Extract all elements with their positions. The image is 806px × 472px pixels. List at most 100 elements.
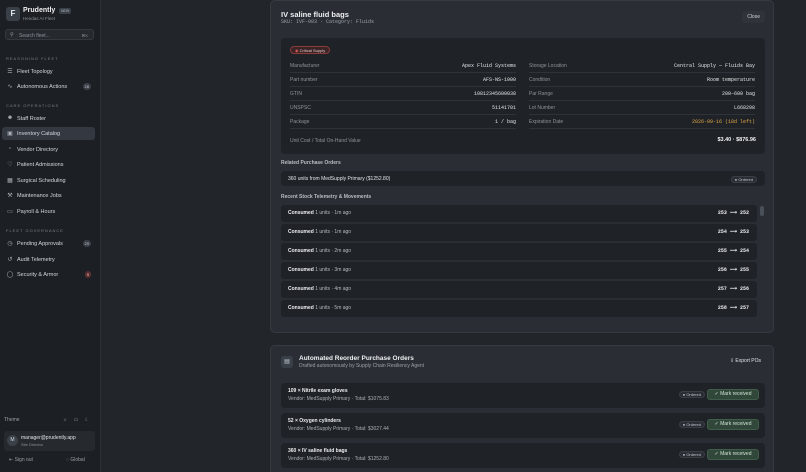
modal-subtitle: SKU: IVF-003 · Category: Fluids	[281, 19, 375, 25]
related-po-row[interactable]: 360 units from MedSupply Primary ($1252.…	[281, 171, 765, 186]
status-badge: ● Ordered	[678, 451, 705, 458]
search-shortcut: ⌘K	[81, 32, 88, 38]
telemetry-action: Consumed	[288, 229, 314, 235]
status-badge: ● Ordered	[678, 421, 705, 428]
telemetry-change: 256 ⟶ 255	[717, 267, 749, 273]
sidebar-item-label: Security & Armor	[17, 271, 59, 278]
count-badge: 29	[82, 240, 91, 247]
telemetry-text: Consumed 1 units · 1m ago	[288, 210, 351, 216]
field-label: Condition	[529, 77, 551, 83]
telemetry-time: units · 2m ago	[319, 248, 352, 254]
telemetry-qty: 1	[315, 248, 319, 254]
modal-title: IV saline fluid bags	[281, 10, 349, 19]
mark-received-button[interactable]: ✓ Mark received	[707, 389, 759, 400]
theme-switcher: Theme ☼ ▭ ☾	[4, 415, 96, 425]
sidebar-item-patient-admissions[interactable]: ♡ Patient Admissions	[2, 158, 95, 171]
telemetry-time: units · 3m ago	[319, 267, 352, 273]
section-reasoning-fleet: Reasoning Fleet	[6, 56, 59, 61]
section-care-operations: Care Operations	[6, 103, 60, 108]
calendar-icon: ▦	[7, 178, 13, 184]
close-button[interactable]: Close	[742, 11, 765, 23]
sidebar-item-maintenance-jobs[interactable]: ⚒ Maintenance Jobs	[2, 189, 95, 202]
sidebar: F Prudently NEW Hendas AI Fleet ⚲ Search…	[0, 0, 101, 472]
telemetry-text: Consumed 1 units · 3m ago	[288, 267, 351, 273]
user-card[interactable]: M manager@prudently.app Site Director	[4, 431, 95, 451]
related-po-text: 360 units from MedSupply Primary ($1252.…	[288, 175, 391, 182]
moon-icon[interactable]: ☾	[83, 416, 91, 424]
reorder-item-detail: Vendor: MedSupply Primary · Total: $3027…	[288, 426, 389, 432]
status-label: Ordered	[686, 392, 701, 397]
list-icon: ☰	[7, 69, 13, 75]
sidebar-item-label: Autonomous Actions	[17, 83, 68, 90]
sidebar-item-autonomous-actions[interactable]: ∿ Autonomous Actions 28	[2, 80, 95, 93]
reorder-item: 52 × Oxygen cylinders Vendor: MedSupply …	[281, 413, 765, 438]
mark-received-label: Mark received	[720, 421, 752, 427]
sun-icon[interactable]: ☼	[61, 416, 69, 424]
reorder-title: Automated Reorder Purchase Orders	[299, 355, 414, 362]
field-manufacturer: Manufacturer Apex Fluid Systems	[290, 59, 516, 73]
field-value: 2026-09-16 (18d left)	[691, 119, 755, 125]
box-icon: ▣	[7, 131, 13, 137]
field-value: Central Supply — Fluids Bay	[673, 63, 755, 69]
status-badge: ● Ordered	[730, 175, 757, 183]
search-input[interactable]: ⚲ Search fleet... ⌘K	[5, 29, 94, 40]
global-button[interactable]: ◌ Global	[66, 457, 85, 463]
telemetry-action: Consumed	[288, 267, 314, 273]
field-label: Expiration Date	[529, 119, 564, 125]
sidebar-item-inventory-catalog[interactable]: ▣ Inventory Catalog	[2, 127, 95, 140]
sidebar-item-surgical-scheduling[interactable]: ▦ Surgical Scheduling	[2, 174, 95, 187]
sidebar-item-label: Vendor Directory	[17, 146, 58, 153]
sign-out-button[interactable]: ⇤ Sign out	[9, 457, 33, 463]
mark-received-label: Mark received	[720, 451, 752, 457]
sidebar-item-fleet-topology[interactable]: ☰ Fleet Topology	[2, 65, 95, 78]
mark-received-button[interactable]: ✓ Mark received	[707, 419, 759, 430]
dot-icon: ●	[734, 176, 738, 182]
field-value: 1 / bag	[494, 119, 516, 125]
brand[interactable]: F Prudently NEW Hendas AI Fleet	[6, 7, 96, 25]
monitor-icon[interactable]: ▭	[72, 416, 80, 424]
brand-badge: NEW	[59, 8, 72, 14]
telemetry-header: Recent Stock Telemetry & Movements	[281, 194, 372, 200]
sidebar-item-audit-telemetry[interactable]: ↺ Audit Telemetry	[2, 253, 95, 266]
telemetry-action: Consumed	[288, 305, 314, 311]
mark-received-button[interactable]: ✓ Mark received	[707, 449, 759, 460]
wrench-icon: ⚒	[7, 193, 13, 199]
telemetry-qty: 1	[315, 267, 319, 273]
sidebar-item-vendor-directory[interactable]: ▫ Vendor Directory	[2, 143, 95, 156]
folder-icon: ▫	[8, 146, 12, 152]
field-label: Manufacturer	[290, 63, 320, 69]
history-icon: ↺	[7, 257, 13, 263]
heart-icon: ♡	[7, 162, 13, 168]
globe-icon: ◌	[66, 457, 69, 463]
search-icon: ⚲	[10, 32, 14, 38]
telemetry-text: Consumed 1 units · 2m ago	[288, 248, 351, 254]
sidebar-item-label: Staff Roster	[17, 115, 46, 122]
field-par-range: Par Range 200–600 bag	[529, 87, 755, 101]
unit-cost-row: Unit Cost / Total On-Hand Value $3.40 · …	[290, 136, 756, 146]
field-label: Lot Number	[529, 105, 556, 111]
field-unspsc: UNSPSC 51141701	[290, 101, 516, 115]
critical-supply-label: Critical Supply	[299, 48, 326, 53]
field-value: AFS-NS-1000	[482, 77, 516, 83]
telemetry-change: 257 ⟶ 256	[717, 286, 749, 292]
sidebar-item-pending-approvals[interactable]: ◷ Pending Approvals 29	[2, 237, 95, 250]
sidebar-item-label: Maintenance Jobs	[17, 192, 62, 199]
download-icon: ⇩	[729, 358, 735, 364]
sidebar-item-label: Pending Approvals	[17, 240, 63, 247]
reorder-subtitle: Drafted autonomously by Supply Chain Res…	[299, 363, 425, 369]
sidebar-item-staff-roster[interactable]: ☻ Staff Roster	[2, 112, 95, 125]
telemetry-text: Consumed 1 units · 1m ago	[288, 229, 351, 235]
sidebar-item-payroll-hours[interactable]: ▭ Payroll & Hours	[2, 205, 95, 218]
reorder-item-name: 52 × Oxygen cylinders	[288, 418, 341, 424]
telemetry-list[interactable]: Consumed 1 units · 1m ago 253 ⟶ 252 Cons…	[281, 203, 765, 322]
field-package: Package 1 / bag	[290, 115, 516, 129]
export-pos-button[interactable]: ⇩ Export POs	[730, 358, 761, 364]
telemetry-time: units · 5m ago	[319, 305, 352, 311]
scrollbar[interactable]	[760, 206, 764, 216]
check-icon: ✓	[714, 391, 719, 397]
telemetry-action: Consumed	[288, 248, 314, 254]
sidebar-item-security-armor[interactable]: ◯ Security & Armor 9	[2, 268, 95, 281]
related-po-header: Related Purchase Orders	[281, 160, 341, 166]
count-badge: 9	[84, 271, 91, 278]
telemetry-change: 253 ⟶ 252	[717, 210, 749, 216]
